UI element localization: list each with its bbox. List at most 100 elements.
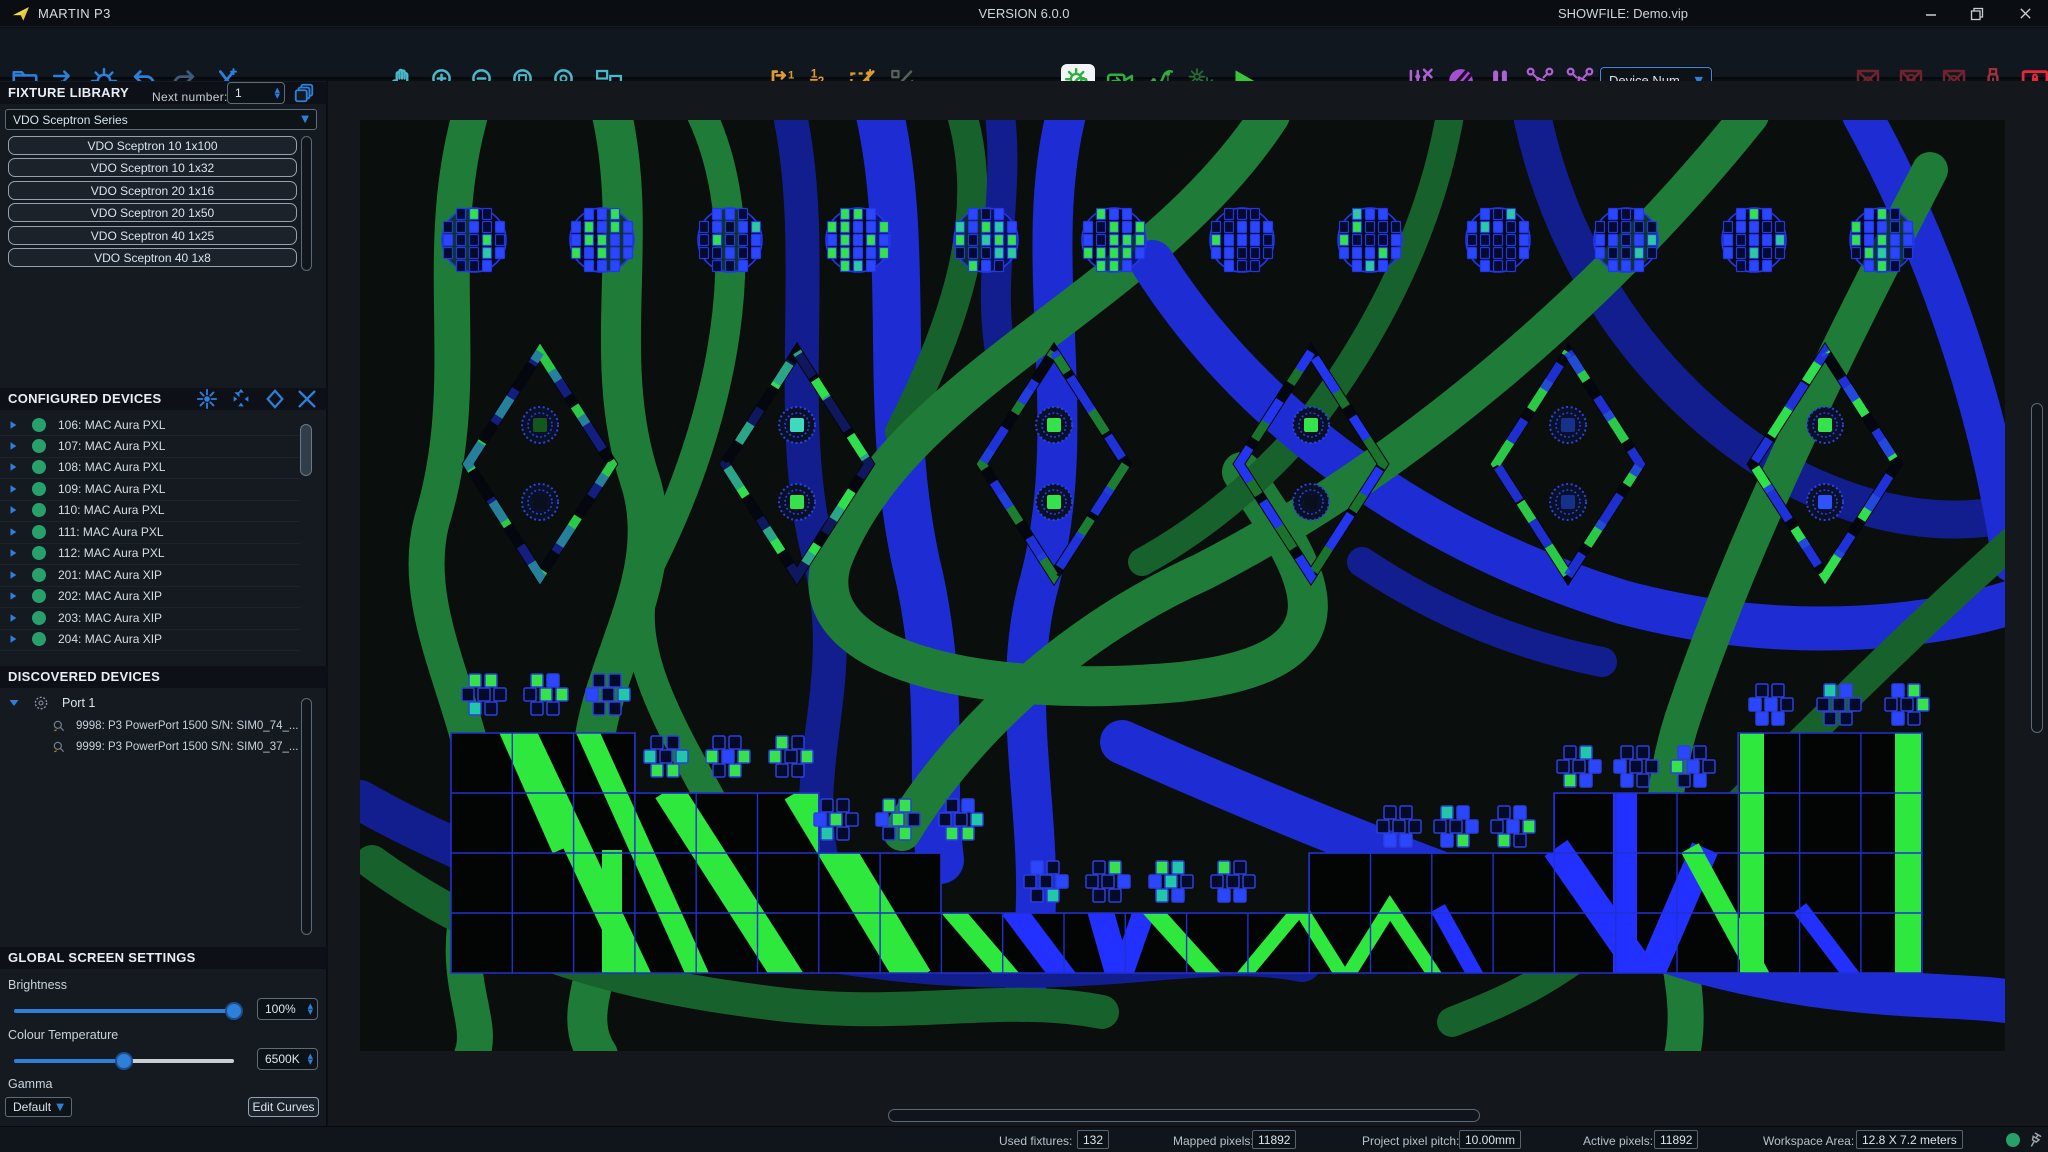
- diamond-select-icon[interactable]: [264, 388, 286, 410]
- martin-logo-icon: [10, 4, 32, 23]
- svg-text:1: 1: [788, 70, 794, 82]
- edit-curves-button[interactable]: Edit Curves: [248, 1097, 319, 1117]
- minimize-button[interactable]: [1916, 3, 1946, 24]
- discovered-device-label: 9999: P3 PowerPort 1500 S/N: SIM0_37_...: [76, 741, 298, 753]
- chevron-collapsed-icon[interactable]: [8, 612, 18, 624]
- statusbar: Used fixtures: 132 Mapped pixels: 11892 …: [0, 1126, 2048, 1152]
- device-label: 201: MAC Aura XIP: [58, 568, 162, 582]
- chevron-collapsed-icon[interactable]: [8, 590, 18, 602]
- configured-device-row[interactable]: 112: MAC Aura PXL: [0, 543, 300, 564]
- brightness-stepper[interactable]: 100% ▲▼: [257, 998, 318, 1020]
- inspect-magnifier-icon[interactable]: [52, 719, 66, 733]
- configured-device-row[interactable]: 106: MAC Aura PXL: [0, 414, 300, 435]
- device-label: 107: MAC Aura PXL: [58, 439, 165, 453]
- main-toolbar: Device Num ▼ 12123: [0, 28, 2048, 79]
- device-label: 202: MAC Aura XIP: [58, 589, 162, 603]
- configured-device-row[interactable]: 108: MAC Aura PXL: [0, 457, 300, 478]
- configured-device-row[interactable]: 203: MAC Aura XIP: [0, 607, 300, 628]
- close-button[interactable]: [2010, 3, 2040, 24]
- brightness-slider-knob[interactable]: [225, 1002, 243, 1020]
- app-title: MARTIN P3: [38, 6, 111, 21]
- version-label: VERSION 6.0.0: [978, 6, 1069, 21]
- device-status-dot: [32, 525, 46, 539]
- sidebar: FIXTURE LIBRARY Next number: 1 ▲▼ VDO Sc…: [0, 81, 327, 1126]
- gamma-label: Gamma: [8, 1077, 52, 1091]
- fixture-library-item[interactable]: VDO Sceptron 40 1x25: [8, 226, 297, 245]
- discovered-device-row[interactable]: 9999: P3 PowerPort 1500 S/N: SIM0_37_...: [0, 737, 300, 757]
- chevron-collapsed-icon[interactable]: [8, 483, 18, 495]
- colour-temperature-slider-fill: [14, 1059, 124, 1063]
- stepper-arrows-icon[interactable]: ▲▼: [275, 87, 280, 99]
- port-network-icon: [33, 695, 49, 711]
- configured-device-row[interactable]: 111: MAC Aura PXL: [0, 521, 300, 542]
- row-divider: [0, 650, 300, 651]
- restore-button[interactable]: [1962, 3, 1992, 24]
- chevron-down-icon: ▼: [301, 114, 309, 125]
- device-label: 203: MAC Aura XIP: [58, 611, 162, 625]
- colour-temperature-slider[interactable]: [14, 1059, 234, 1063]
- colour-temperature-label: Colour Temperature: [8, 1028, 118, 1042]
- fixture-series-dropdown[interactable]: VDO Sceptron Series ▼: [5, 109, 317, 130]
- devices-scrollbar-thumb[interactable]: [300, 424, 312, 476]
- chevron-collapsed-icon[interactable]: [8, 504, 18, 516]
- workspace-area-value: 12.8 X 7.2 meters: [1856, 1130, 1963, 1149]
- active-pixels-label: Active pixels:: [1583, 1134, 1653, 1148]
- device-status-dot: [32, 418, 46, 432]
- discovered-device-label: 9998: P3 PowerPort 1500 S/N: SIM0_74_...: [76, 720, 298, 732]
- fixture-library-item[interactable]: VDO Sceptron 20 1x50: [8, 203, 297, 222]
- stepper-arrows-icon[interactable]: ▲▼: [308, 1003, 313, 1015]
- fixture-library-item[interactable]: VDO Sceptron 10 1x100: [8, 136, 297, 155]
- device-label: 108: MAC Aura PXL: [58, 460, 165, 474]
- showfile-label: SHOWFILE: Demo.vip: [1558, 6, 1688, 21]
- brightness-label: Brightness: [8, 978, 67, 992]
- device-status-dot: [32, 460, 46, 474]
- discovered-device-row[interactable]: 9998: P3 PowerPort 1500 S/N: SIM0_74_...: [0, 716, 300, 736]
- deselect-icon[interactable]: [296, 388, 318, 410]
- chevron-collapsed-icon[interactable]: [8, 633, 18, 645]
- colour-temperature-slider-rest: [124, 1059, 234, 1063]
- configured-device-row[interactable]: 204: MAC Aura XIP: [0, 629, 300, 650]
- brightness-slider[interactable]: [14, 1009, 234, 1013]
- discovered-port-row[interactable]: Port 1: [0, 693, 300, 713]
- connection-status-dot: [2006, 1133, 2020, 1147]
- device-status-dot: [32, 503, 46, 517]
- chevron-collapsed-icon[interactable]: [8, 547, 18, 559]
- inspect-magnifier-icon[interactable]: [52, 740, 66, 754]
- colour-temperature-slider-knob[interactable]: [115, 1052, 133, 1070]
- fixture-library-item[interactable]: VDO Sceptron 10 1x32: [8, 158, 297, 177]
- next-number-label: Next number:: [152, 86, 228, 108]
- workspace-canvas[interactable]: [328, 81, 2048, 1126]
- device-status-dot: [32, 589, 46, 603]
- gamma-dropdown[interactable]: Default ▼: [5, 1097, 72, 1117]
- configured-device-row[interactable]: 110: MAC Aura PXL: [0, 500, 300, 521]
- configured-device-row[interactable]: 202: MAC Aura XIP: [0, 586, 300, 607]
- colour-temperature-stepper[interactable]: 6500K ▲▼: [257, 1048, 318, 1070]
- fixture-library-item[interactable]: VDO Sceptron 20 1x16: [8, 181, 297, 200]
- chevron-collapsed-icon[interactable]: [8, 569, 18, 581]
- fixture-library-item[interactable]: VDO Sceptron 40 1x8: [8, 248, 297, 267]
- chevron-collapsed-icon[interactable]: [8, 419, 18, 431]
- canvas-horizontal-scrollbar[interactable]: [888, 1109, 1480, 1122]
- device-status-dot: [32, 632, 46, 646]
- chevron-collapsed-icon[interactable]: [8, 461, 18, 473]
- discovered-scrollbar[interactable]: [301, 698, 312, 935]
- library-scrollbar[interactable]: [301, 136, 312, 271]
- next-number-stepper[interactable]: 1 ▲▼: [227, 82, 285, 104]
- configured-device-row[interactable]: 107: MAC Aura PXL: [0, 435, 300, 456]
- duplicate-icon[interactable]: [293, 82, 315, 104]
- pin-icon[interactable]: [2026, 1131, 2044, 1149]
- chevron-collapsed-icon[interactable]: [8, 440, 18, 452]
- stepper-arrows-icon[interactable]: ▲▼: [308, 1053, 313, 1065]
- device-label: 112: MAC Aura PXL: [58, 546, 165, 560]
- configured-device-row[interactable]: 201: MAC Aura XIP: [0, 564, 300, 585]
- chevron-expanded-icon[interactable]: [7, 697, 21, 709]
- highlight-icon[interactable]: [196, 388, 218, 410]
- workspace-visualization: [328, 81, 2048, 1126]
- used-fixtures-label: Used fixtures:: [999, 1134, 1072, 1148]
- canvas-vertical-scrollbar[interactable]: [2031, 403, 2043, 733]
- device-label: 110: MAC Aura PXL: [58, 503, 165, 517]
- chevron-collapsed-icon[interactable]: [8, 526, 18, 538]
- configured-device-row[interactable]: 109: MAC Aura PXL: [0, 478, 300, 499]
- device-status-dot: [32, 611, 46, 625]
- select-all-icon[interactable]: [230, 388, 252, 410]
